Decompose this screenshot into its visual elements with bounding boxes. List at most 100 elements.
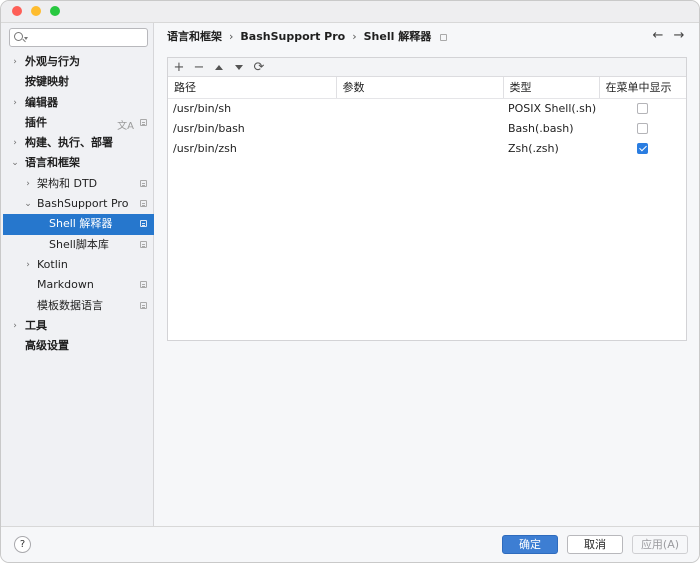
tree-item-label: 按键映射: [25, 75, 69, 89]
table-header-row: 路径 参数 类型 在菜单中显示: [168, 77, 686, 99]
tree-item-build-execution-deployment[interactable]: › 构建、执行、部署: [3, 133, 154, 153]
project-settings-icon: [140, 200, 147, 208]
settings-tree: › 外观与行为 按键映射 › 编辑器 插件 文A › 构建、执行、部署 ⌄ 语言…: [3, 52, 154, 356]
breadcrumb-separator: ›: [352, 30, 357, 43]
tree-item-kotlin[interactable]: › Kotlin: [3, 255, 154, 275]
tree-item-label: Markdown: [37, 278, 94, 292]
column-header-arguments[interactable]: 参数: [336, 77, 504, 99]
chevron-down-icon[interactable]: ⌄: [22, 194, 34, 214]
tree-item-label: 外观与行为: [25, 55, 80, 68]
breadcrumb: 语言和框架 › BashSupport Pro › Shell 解释器: [167, 29, 448, 45]
show-in-menu-cell: [599, 138, 686, 158]
settings-window: › 外观与行为 按键映射 › 编辑器 插件 文A › 构建、执行、部署 ⌄ 语言…: [0, 0, 700, 563]
column-header-type[interactable]: 类型: [503, 77, 600, 99]
forward-arrow-icon[interactable]: →: [672, 29, 686, 43]
ok-button[interactable]: 确定: [502, 535, 558, 554]
path-cell: /usr/bin/sh: [173, 101, 232, 115]
tree-item-template-data-languages[interactable]: 模板数据语言: [3, 296, 154, 316]
tree-item-label: 构建、执行、部署: [25, 136, 113, 150]
tree-item-appearance[interactable]: › 外观与行为: [3, 52, 154, 72]
table-toolbar: + − ⟳: [168, 58, 686, 77]
project-settings-icon: [140, 118, 147, 126]
search-options-icon[interactable]: [24, 37, 28, 40]
help-button[interactable]: ?: [14, 536, 31, 553]
show-in-menu-checkbox[interactable]: [637, 143, 648, 155]
cancel-button[interactable]: 取消: [567, 535, 623, 554]
tree-item-editor[interactable]: › 编辑器: [3, 93, 154, 113]
tree-item-label: Shell脚本库: [49, 237, 109, 251]
settings-search-input[interactable]: [9, 28, 148, 47]
show-in-menu-checkbox[interactable]: [637, 123, 648, 135]
column-header-path[interactable]: 路径: [168, 77, 337, 99]
tree-item-label: Kotlin: [37, 257, 68, 271]
breadcrumb-item[interactable]: 语言和框架: [167, 29, 222, 45]
tree-item-advanced-settings[interactable]: 高级设置: [3, 336, 154, 356]
tree-item-label: 编辑器: [25, 95, 58, 109]
chevron-right-icon[interactable]: ›: [9, 316, 21, 336]
back-arrow-icon[interactable]: ←: [651, 29, 665, 43]
tree-item-bashsupport-pro[interactable]: ⌄ BashSupport Pro: [3, 194, 154, 214]
breadcrumb-separator: ›: [229, 30, 234, 43]
tree-item-plugins[interactable]: 插件 文A: [3, 113, 154, 133]
type-cell: POSIX Shell(.sh): [508, 101, 597, 115]
project-settings-icon: [140, 240, 147, 248]
chevron-right-icon[interactable]: ›: [9, 93, 21, 113]
breadcrumb-item[interactable]: BashSupport Pro: [240, 29, 345, 45]
tree-item-languages-frameworks[interactable]: ⌄ 语言和框架: [3, 153, 154, 173]
settings-sidebar: › 外观与行为 按键映射 › 编辑器 插件 文A › 构建、执行、部署 ⌄ 语言…: [1, 23, 154, 526]
chevron-down-icon[interactable]: ⌄: [9, 153, 21, 173]
dialog-footer: ? 确定 取消 应用(A): [1, 526, 699, 562]
breadcrumb-current: Shell 解释器: [363, 30, 432, 43]
chevron-right-icon[interactable]: ›: [9, 133, 21, 153]
tree-item-shell-script-library[interactable]: Shell脚本库: [3, 235, 154, 255]
move-down-icon[interactable]: [231, 60, 247, 75]
add-icon[interactable]: +: [171, 60, 187, 75]
column-header-show-in-menu[interactable]: 在菜单中显示: [599, 77, 686, 99]
tree-item-schemas-dtds[interactable]: › 架构和 DTD: [3, 174, 154, 194]
tree-item-label: Shell 解释器: [49, 217, 113, 231]
tree-item-label: 模板数据语言: [37, 298, 103, 312]
apply-button[interactable]: 应用(A): [632, 535, 688, 554]
path-cell: /usr/bin/zsh: [173, 141, 237, 155]
show-in-menu-cell: [599, 98, 686, 118]
project-settings-icon: [140, 179, 147, 187]
tree-item-label: BashSupport Pro: [37, 197, 129, 211]
tree-item-label: 工具: [25, 318, 47, 332]
path-cell: /usr/bin/bash: [173, 121, 245, 135]
tree-item-tools[interactable]: › 工具: [3, 316, 154, 336]
arguments-cell: [336, 118, 503, 138]
tree-item-label: 语言和框架: [25, 156, 80, 170]
tree-item-markdown[interactable]: Markdown: [3, 275, 154, 295]
project-settings-icon: [140, 220, 147, 228]
tree-item-label: 架构和 DTD: [37, 176, 98, 190]
tree-item-label: 高级设置: [25, 339, 69, 353]
zoom-window-button[interactable]: [50, 6, 60, 16]
remove-icon[interactable]: −: [191, 60, 207, 75]
chevron-right-icon[interactable]: ›: [22, 174, 34, 194]
arguments-cell: [336, 98, 503, 118]
chevron-right-icon[interactable]: ›: [22, 255, 34, 275]
show-in-menu-cell: [599, 118, 686, 138]
arguments-cell: [336, 138, 503, 158]
interpreters-panel: + − ⟳ 路径 参数 类型 在菜单中显示 /usr/bin/sh POSIX …: [167, 57, 687, 341]
project-settings-icon: [140, 301, 147, 309]
type-cell: Bash(.bash): [508, 121, 574, 135]
table-row[interactable]: /usr/bin/sh POSIX Shell(.sh): [168, 98, 686, 118]
tree-item-label: 插件: [25, 115, 47, 129]
type-cell: Zsh(.zsh): [508, 141, 559, 155]
close-window-button[interactable]: [12, 6, 22, 16]
minimize-window-button[interactable]: [31, 6, 41, 16]
table-row[interactable]: /usr/bin/zsh Zsh(.zsh): [168, 138, 686, 158]
tree-item-keymap[interactable]: 按键映射: [3, 72, 154, 92]
project-settings-icon: [440, 33, 448, 41]
settings-content: 语言和框架 › BashSupport Pro › Shell 解释器 ← → + − …: [155, 23, 699, 526]
tree-item-shell-interpreters[interactable]: Shell 解释器: [3, 214, 154, 235]
project-settings-icon: [140, 281, 147, 289]
chevron-right-icon[interactable]: ›: [9, 52, 21, 72]
show-in-menu-checkbox[interactable]: [637, 103, 648, 115]
search-icon: [14, 32, 23, 41]
interpreters-table: 路径 参数 类型 在菜单中显示 /usr/bin/sh POSIX Shell(…: [168, 77, 686, 159]
move-up-icon[interactable]: [211, 60, 227, 75]
refresh-icon[interactable]: ⟳: [251, 60, 267, 75]
table-row[interactable]: /usr/bin/bash Bash(.bash): [168, 118, 686, 138]
